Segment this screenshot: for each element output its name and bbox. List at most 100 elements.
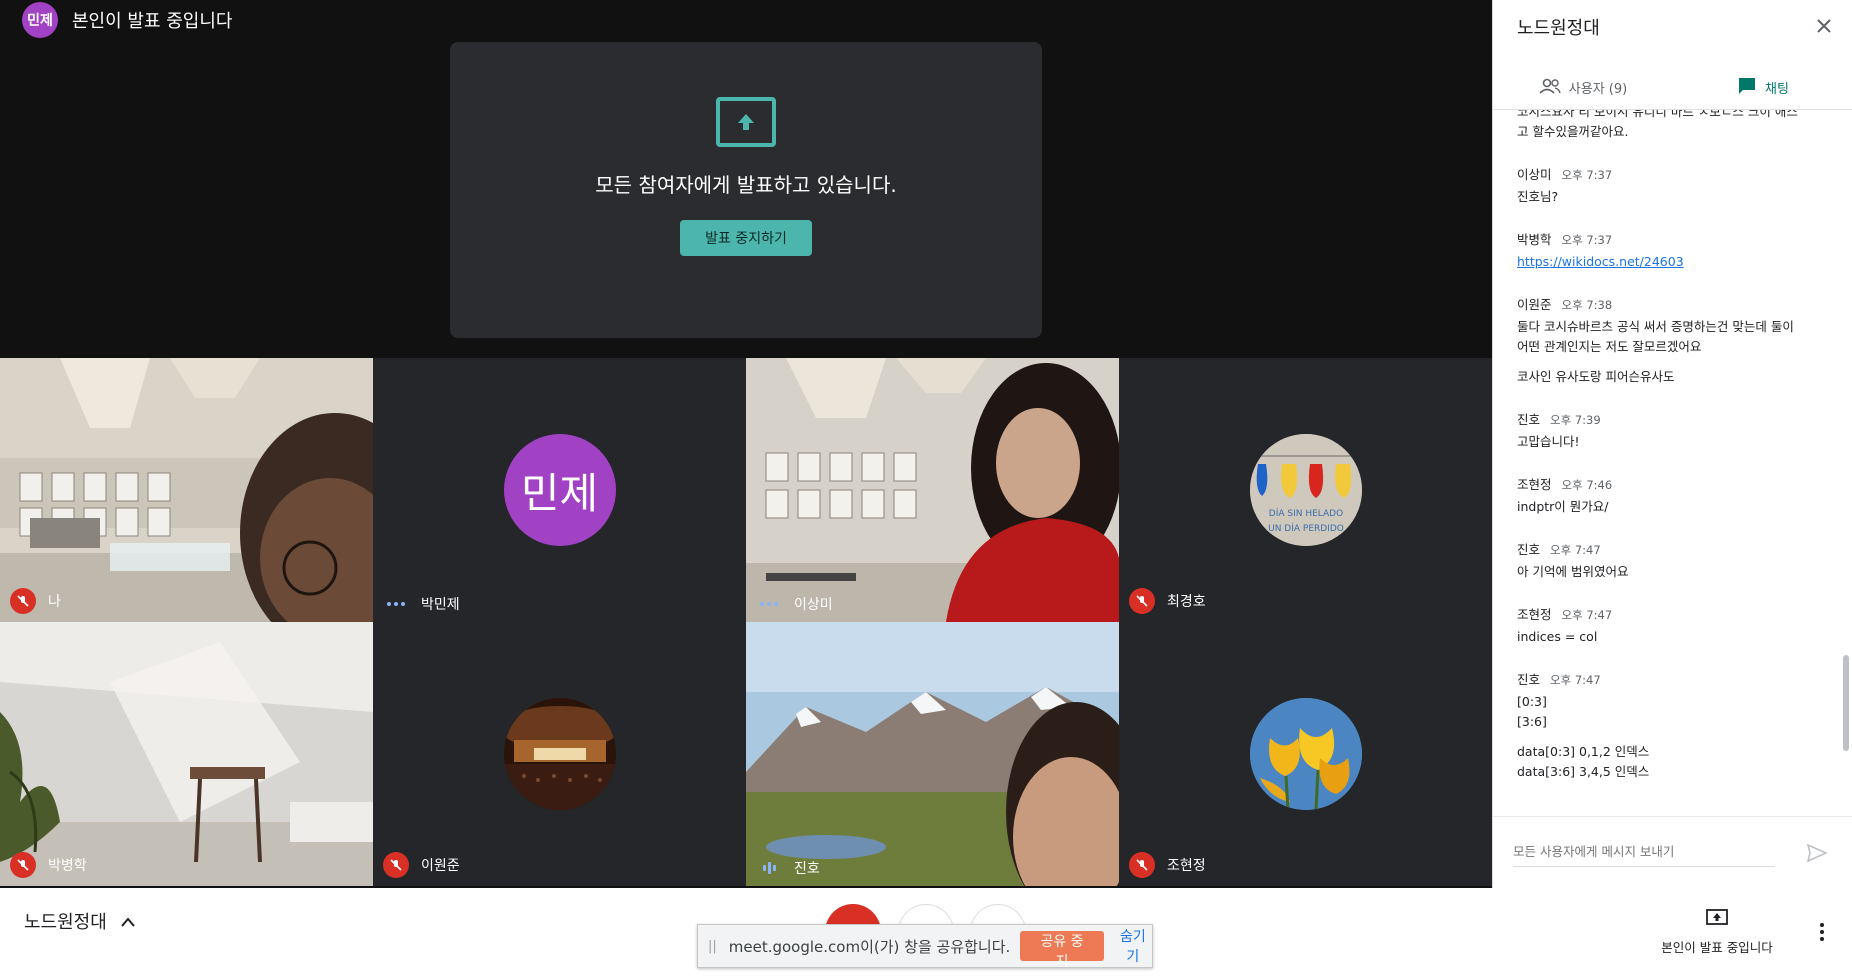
chat-timestamp: 오후 7:47 — [1550, 543, 1601, 557]
chat-message: 이원준 오후 7:38 둘다 코시슈바르츠 공식 써서 증명하는건 맞는데 둘이어떤… — [1517, 294, 1819, 387]
screen-share-notice-bar: || meet.google.com이(가) 창을 공유합니다. 공유 중지 숨… — [697, 924, 1153, 970]
video-tile-participant[interactable]: DÍA SIN HELADO UN DÍA PERDIDO 최경호 — [1119, 358, 1492, 622]
meeting-details-toggle[interactable]: 노드원정대 — [24, 908, 135, 934]
participant-video-feed — [746, 358, 1119, 622]
video-tile-participant[interactable]: 조현정 — [1119, 622, 1492, 886]
chat-message-input[interactable] — [1513, 837, 1775, 867]
panel-tabs: 사용자 (9) 채팅 — [1493, 66, 1852, 110]
chat-link[interactable]: https://wikidocs.net/24603 — [1517, 252, 1819, 272]
chat-text: 둘다 코시슈바르츠 공식 써서 증명하는건 맞는데 둘이 — [1517, 319, 1794, 334]
chat-message: 코시스요사 리 보이시 유디니 마르 ㅅ보ㄴ스 크이 애스 고 할수있을꺼같아요. — [1517, 110, 1819, 142]
chat-messages: 코시스요사 리 보이시 유디니 마르 ㅅ보ㄴ스 크이 애스 고 할수있을꺼같아요.… — [1493, 110, 1852, 782]
more-options-icon[interactable] — [1808, 914, 1836, 950]
meeting-stage: 민제 본인이 발표 중입니다 모든 참여자에게 발표하고 있습니다. 발표 중지… — [0, 0, 1492, 888]
mic-off-icon — [1129, 588, 1155, 614]
video-tile-participant[interactable]: 민제 박민제 — [373, 358, 746, 622]
audio-dots-icon — [383, 602, 409, 606]
chat-message: 박병학 오후 7:37 https://wikidocs.net/24603 — [1517, 229, 1819, 272]
chat-timestamp: 오후 7:39 — [1550, 413, 1601, 427]
participant-avatar — [503, 698, 616, 810]
participant-avatar: DÍA SIN HELADO UN DÍA PERDIDO — [1249, 434, 1362, 546]
chat-sender: 이원준 — [1517, 297, 1552, 312]
tile-label: 최경호 — [1129, 588, 1206, 614]
side-panel: 노드원정대 사용자 (9) 채팅 코시스요사 리 보이시 유디니 마르 ㅅ보ㄴ스… — [1492, 0, 1852, 888]
stop-sharing-button[interactable]: 공유 중지 — [1020, 931, 1104, 970]
chat-message: 진호 오후 7:47 아 기억에 범위였어요 — [1517, 539, 1819, 582]
tile-label: 이상미 — [756, 594, 833, 614]
chat-scrollbar[interactable] — [1843, 655, 1849, 751]
mic-off-icon — [10, 588, 36, 614]
chat-message-list[interactable]: 코시스요사 리 보이시 유디니 마르 ㅅ보ㄴ스 크이 애스 고 할수있을꺼같아요.… — [1493, 110, 1852, 816]
chat-text: 고맙습니다! — [1517, 434, 1580, 449]
chat-message-header: 이상미 오후 7:37 — [1517, 164, 1819, 183]
chat-text: 고 할수있을꺼같아요. — [1517, 124, 1629, 139]
chat-message-header: 진호 오후 7:39 — [1517, 409, 1819, 428]
participant-name: 최경호 — [1167, 594, 1206, 610]
chat-text: indptr이 뭔가요/ — [1517, 499, 1609, 514]
chat-compose-area — [1493, 816, 1852, 888]
participant-name: 이원준 — [421, 858, 460, 874]
chat-message-header: 이원준 오후 7:38 — [1517, 294, 1819, 313]
video-tile-participant[interactable]: 진호 — [746, 622, 1119, 886]
chevron-up-icon — [121, 911, 135, 932]
present-screen-icon — [1705, 908, 1729, 931]
chat-sender: 박병학 — [1517, 232, 1552, 247]
video-tile-participant[interactable]: 이원준 — [373, 622, 746, 886]
chat-message-header: 조현정 오후 7:46 — [1517, 474, 1819, 493]
svg-text:UN DÍA PERDIDO: UN DÍA PERDIDO — [1268, 522, 1344, 534]
present-now-button[interactable]: 본인이 발표 중입니다 — [1650, 908, 1784, 956]
popsicle-avatar-image: DÍA SIN HELADO UN DÍA PERDIDO — [1249, 434, 1362, 546]
tab-chat[interactable]: 채팅 — [1673, 66, 1852, 109]
stop-presenting-button[interactable]: 발표 중지하기 — [680, 220, 812, 256]
chat-message: 진호 오후 7:39 고맙습니다! — [1517, 409, 1819, 452]
chat-text: 어떤 관계인지는 저도 잘모르겠어요 — [1517, 339, 1702, 354]
tile-label: 조현정 — [1129, 852, 1206, 878]
tile-label: 박민제 — [383, 594, 460, 614]
participant-name: 조현정 — [1167, 858, 1206, 874]
chat-icon — [1737, 76, 1757, 100]
hide-notice-button[interactable]: 숨기기 — [1114, 926, 1152, 966]
speaking-indicator-icon — [756, 862, 782, 874]
chat-text: 아 기억에 범위였어요 — [1517, 564, 1629, 579]
share-notice-text: meet.google.com이(가) 창을 공유합니다. — [728, 937, 1011, 956]
chat-sender: 진호 — [1517, 672, 1541, 687]
participant-name: 이상미 — [794, 597, 833, 613]
chat-sender: 진호 — [1517, 542, 1541, 557]
chat-text: 코사인 유사도랑 피어슨유사도 — [1517, 369, 1675, 384]
drag-handle-icon[interactable]: || — [708, 939, 717, 954]
chat-message: 조현정 오후 7:46 indptr이 뭔가요/ — [1517, 474, 1819, 517]
mic-off-icon — [10, 852, 36, 878]
presentation-card: 모든 참여자에게 발표하고 있습니다. 발표 중지하기 — [450, 42, 1042, 338]
chat-message-header: 진호 오후 7:47 — [1517, 539, 1819, 558]
mic-off-icon — [383, 852, 409, 878]
chat-text: data[0:3] 0,1,2 인덱스 — [1517, 744, 1650, 759]
tile-label: 나 — [10, 588, 61, 614]
chat-message-header: 진호 오후 7:47 — [1517, 669, 1819, 688]
chat-text: [0:3] — [1517, 694, 1547, 709]
chat-text: data[3:6] 3,4,5 인덱스 — [1517, 764, 1650, 779]
send-icon[interactable] — [1801, 837, 1833, 869]
presenter-label: 본인이 발표 중입니다 — [72, 11, 233, 32]
chat-timestamp: 오후 7:37 — [1561, 168, 1613, 182]
chat-text: indices = col — [1517, 629, 1598, 644]
chat-sender: 조현정 — [1517, 477, 1552, 492]
people-icon — [1539, 78, 1561, 98]
video-tile-self[interactable]: 나 — [0, 358, 373, 622]
tab-people-label: 사용자 (9) — [1568, 82, 1628, 97]
presenter-avatar: 민제 — [22, 2, 58, 38]
self-video-feed — [0, 358, 373, 622]
participant-name: 나 — [48, 594, 61, 610]
video-tile-participant[interactable]: 박병학 — [0, 622, 373, 886]
video-tile-participant[interactable]: 이상미 — [746, 358, 1119, 622]
tab-people[interactable]: 사용자 (9) — [1493, 66, 1673, 109]
chat-line-spacer — [1517, 732, 1819, 742]
chat-timestamp: 오후 7:37 — [1561, 233, 1613, 247]
mic-off-icon — [1129, 852, 1155, 878]
chat-sender: 이상미 — [1517, 167, 1552, 182]
chat-text: [3:6] — [1517, 714, 1547, 729]
presentation-heading: 모든 참여자에게 발표하고 있습니다. — [595, 173, 897, 197]
chat-line-spacer — [1517, 357, 1819, 367]
present-screen-icon — [716, 97, 776, 147]
close-icon[interactable] — [1810, 12, 1838, 40]
tile-label: 진호 — [756, 858, 820, 878]
